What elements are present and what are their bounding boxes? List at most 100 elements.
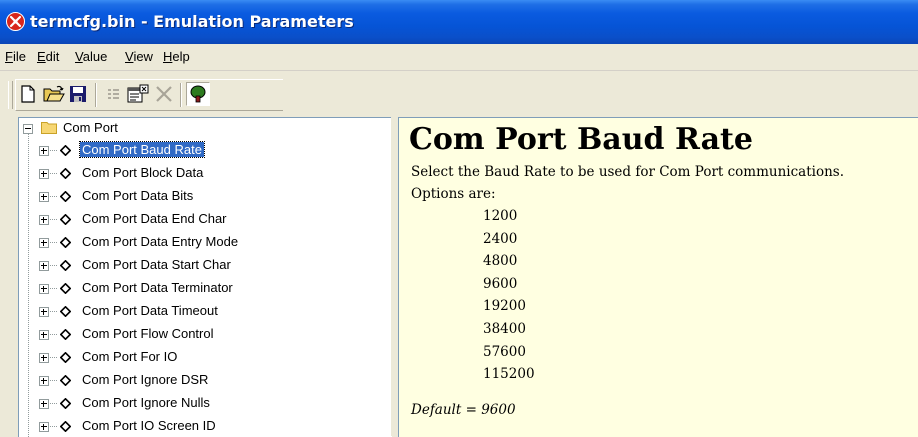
tree-view-pane[interactable]: Com Port Com Port Baud Rate Com Port Bloc… <box>18 117 392 437</box>
expand-icon[interactable] <box>39 330 49 340</box>
diamond-icon <box>60 237 71 248</box>
diamond-icon <box>60 306 71 317</box>
expand-icon[interactable] <box>39 376 49 386</box>
tree-item[interactable]: Com Port Block Data <box>19 163 392 185</box>
tree-item-label: Com Port Block Data <box>82 165 204 180</box>
tree-item[interactable]: Com Port Data Terminator <box>19 278 392 300</box>
baud-option: 57600 <box>483 343 526 360</box>
open-folder-icon[interactable] <box>42 82 66 106</box>
tree-item-label: Com Port Data Start Char <box>82 257 231 272</box>
tree-item-label: Com Port Data End Char <box>82 211 227 226</box>
diamond-icon <box>60 398 71 409</box>
menu-help-accel: H <box>163 49 173 64</box>
menu-help[interactable]: Help <box>163 49 190 64</box>
expand-icon[interactable] <box>39 238 49 248</box>
toolbar-separator <box>95 83 97 107</box>
diamond-icon <box>60 283 71 294</box>
expand-icon[interactable] <box>39 169 49 179</box>
tree-item-label: Com Port Baud Rate <box>79 141 205 158</box>
expand-icon[interactable] <box>39 353 49 363</box>
diamond-icon <box>60 375 71 386</box>
help-options-label: Options are: <box>411 186 496 202</box>
tree-line <box>50 242 58 243</box>
toolbar-separator <box>180 83 182 107</box>
folder-icon <box>41 122 57 134</box>
diamond-icon <box>60 421 71 432</box>
tree-line <box>50 219 58 220</box>
tree-line <box>50 173 58 174</box>
tree-item-label: Com Port Data Bits <box>82 188 194 203</box>
help-title: Com Port Baud Rate <box>409 122 753 157</box>
tree-item[interactable]: Com Port Ignore Nulls <box>19 393 392 415</box>
tree-item[interactable]: Com Port For IO <box>19 347 392 369</box>
menu-edit-label: dit <box>45 49 60 64</box>
tree-item[interactable]: Com Port Flow Control <box>19 324 392 346</box>
expand-icon[interactable] <box>39 146 49 156</box>
diamond-icon <box>60 191 71 202</box>
menu-help-label: elp <box>172 49 190 64</box>
tree-item[interactable]: Com Port Data Entry Mode <box>19 232 392 254</box>
menu-value[interactable]: Value <box>75 49 107 64</box>
list-icon[interactable] <box>102 82 126 106</box>
tree-line <box>50 357 58 358</box>
menu-edit[interactable]: Edit <box>37 49 59 64</box>
tree-root-row[interactable]: Com Port <box>19 118 392 140</box>
expand-icon[interactable] <box>39 307 49 317</box>
tree-line <box>50 380 58 381</box>
expand-icon[interactable] <box>39 422 49 432</box>
properties-icon[interactable] <box>126 82 150 106</box>
tree-item[interactable]: Com Port Data Start Char <box>19 255 392 277</box>
tools-app-icon[interactable] <box>6 12 25 31</box>
menu-file[interactable]: File <box>5 49 26 64</box>
tree-item[interactable]: Com Port Data End Char <box>19 209 392 231</box>
diamond-icon <box>60 168 71 179</box>
tree-item-label: Com Port For IO <box>82 349 178 364</box>
help-pane: Com Port Baud Rate Select the Baud Rate … <box>398 117 918 437</box>
tree-line <box>50 288 58 289</box>
baud-option: 19200 <box>483 298 526 315</box>
menu-file-accel: F <box>5 49 13 64</box>
toolbar-grip[interactable] <box>8 81 13 109</box>
help-description: Select the Baud Rate to be used for Com … <box>411 164 845 180</box>
collapse-icon[interactable] <box>23 124 33 134</box>
menu-value-accel: V <box>75 49 83 64</box>
tree-item[interactable]: Com Port Data Bits <box>19 186 392 208</box>
baud-option: 4800 <box>483 253 518 270</box>
expand-icon[interactable] <box>39 399 49 409</box>
baud-option: 9600 <box>483 275 518 292</box>
expand-icon[interactable] <box>39 284 49 294</box>
expand-icon[interactable] <box>39 215 49 225</box>
diamond-icon <box>60 145 71 156</box>
tree-item[interactable]: Com Port Ignore DSR <box>19 370 392 392</box>
menu-view[interactable]: View <box>125 49 153 64</box>
diamond-icon <box>60 214 71 225</box>
tree-item-label: Com Port Ignore DSR <box>82 372 209 387</box>
tree-line <box>50 403 58 404</box>
expand-icon[interactable] <box>39 261 49 271</box>
baud-option: 1200 <box>483 208 518 224</box>
save-disk-icon[interactable] <box>66 82 90 106</box>
baud-option: 2400 <box>483 230 518 247</box>
tree-item-label: Com Port Data Terminator <box>82 280 233 295</box>
window-title: termcfg.bin - Emulation Parameters <box>30 12 354 31</box>
delete-x-icon[interactable] <box>152 82 176 106</box>
tree-view-icon[interactable] <box>186 82 210 106</box>
tree-item-label: Com Port Ignore Nulls <box>82 395 210 410</box>
tree-line <box>50 265 58 266</box>
tree-item[interactable]: Com Port IO Screen ID <box>19 416 392 437</box>
tree-line <box>50 334 58 335</box>
title-bar[interactable]: termcfg.bin - Emulation Parameters <box>0 0 918 44</box>
tree-item[interactable]: Com Port Baud Rate <box>19 140 392 162</box>
menu-file-label: ile <box>12 49 26 64</box>
baud-option: 115200 <box>483 366 535 383</box>
expand-icon[interactable] <box>39 192 49 202</box>
pane-splitter[interactable] <box>391 117 398 436</box>
new-file-icon[interactable] <box>16 82 40 106</box>
tree-root-label: Com Port <box>63 120 118 135</box>
tree-line <box>50 150 58 151</box>
tree-item[interactable]: Com Port Data Timeout <box>19 301 392 323</box>
help-default: Default = 9600 <box>411 402 516 418</box>
menu-view-label: iew <box>133 49 153 64</box>
tree-item-label: Com Port Data Entry Mode <box>82 234 239 249</box>
diamond-icon <box>60 260 71 271</box>
